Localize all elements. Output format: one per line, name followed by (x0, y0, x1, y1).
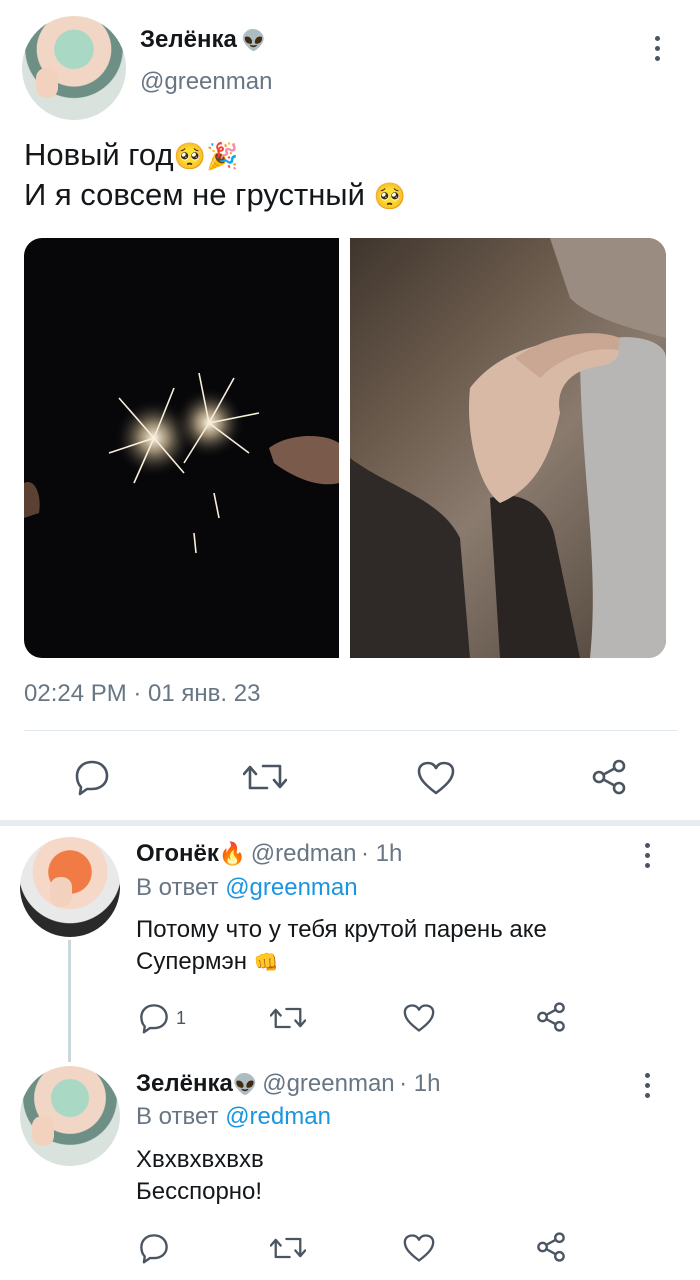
reply-time: · 1h (399, 1070, 441, 1097)
section-divider (0, 820, 700, 826)
hands-image (350, 238, 666, 658)
author-name[interactable]: Зелёнка (136, 1070, 233, 1097)
avatar[interactable] (20, 837, 120, 937)
tweet-text-line-1: Новый год🥺🎉 (24, 137, 239, 172)
reply-text: Хвхвхвхвхв Бесспорно! (136, 1146, 264, 1205)
author-name-row[interactable]: Зелёнка 👽 (140, 26, 266, 56)
sparkler-image (24, 372, 339, 554)
alien-emoji-icon: 👽 (241, 28, 267, 52)
reply-count: 1 (176, 1008, 187, 1028)
avatar[interactable] (20, 1066, 120, 1166)
fire-emoji-icon: 🔥 (218, 842, 247, 867)
retweet-icon[interactable] (270, 1002, 306, 1034)
share-icon[interactable] (590, 758, 628, 796)
share-icon[interactable] (535, 1001, 567, 1033)
fist-emoji-icon: 👊 (253, 950, 279, 974)
reply-time: · 1h (360, 840, 403, 867)
more-icon[interactable] (645, 1073, 651, 1103)
avatar-hand-shape (32, 1116, 54, 1146)
heart-icon[interactable] (402, 1233, 436, 1263)
reply-to-line: В ответ @greenman (136, 874, 358, 901)
author-name: Зелёнка (140, 26, 237, 53)
reply-header: Зелёнка👽 @greenman · 1h (136, 1070, 440, 1098)
author-name[interactable]: Огонёк (136, 840, 219, 867)
tweet-text: Новый год🥺🎉 И я совсем не грустный 🥺 (24, 136, 674, 216)
reply-icon[interactable] (73, 758, 111, 796)
reply-icon[interactable] (138, 1002, 170, 1034)
share-icon[interactable] (535, 1231, 567, 1263)
tweet-photo-sparkler[interactable] (24, 238, 339, 658)
author-handle[interactable]: @redman (251, 840, 357, 867)
pleading-emoji-icon: 🥺 (373, 182, 406, 212)
reply-icon[interactable] (138, 1232, 170, 1264)
tweet-text-line-2: И я совсем не грустный 🥺 (24, 177, 406, 212)
more-icon[interactable] (645, 843, 651, 873)
thread-connector-line (68, 940, 71, 1062)
reply-to-link[interactable]: @redman (225, 1103, 331, 1130)
reply-header: Огонёк🔥 @redman · 1h (136, 840, 402, 868)
alien-emoji-icon: 👽 (232, 1072, 258, 1096)
retweet-icon[interactable] (270, 1232, 306, 1264)
tweet-timestamp[interactable]: 02:24 PM · 01 янв. 23 (24, 680, 260, 708)
avatar[interactable] (22, 16, 126, 120)
more-icon[interactable] (655, 36, 661, 66)
divider (24, 730, 677, 731)
reply-text: Потому что у тебя крутой парень аке Супе… (136, 916, 547, 975)
heart-icon[interactable] (416, 760, 456, 796)
avatar-hand-shape (50, 877, 72, 907)
tweet-photo-hands[interactable] (350, 238, 666, 658)
pleading-party-emoji-icon: 🥺🎉 (173, 142, 239, 172)
retweet-icon[interactable] (243, 758, 287, 796)
author-handle[interactable]: @greenman (262, 1070, 394, 1097)
author-handle[interactable]: @greenman (140, 68, 272, 96)
heart-icon[interactable] (402, 1003, 436, 1033)
reply-to-link[interactable]: @greenman (225, 874, 357, 901)
avatar-hand-shape (36, 68, 58, 98)
reply-to-line: В ответ @redman (136, 1103, 331, 1130)
